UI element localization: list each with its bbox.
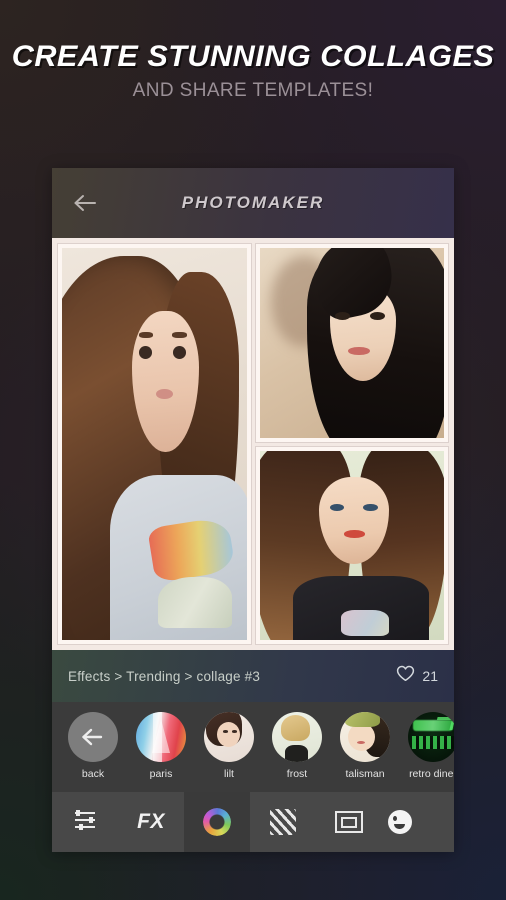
fx-label: FX xyxy=(137,810,165,833)
photo-2 xyxy=(259,248,444,438)
filter-item-retro-diner[interactable]: retro diner xyxy=(406,712,454,780)
screenshot-root: CREATE STUNNING COLLAGES AND SHARE TEMPL… xyxy=(0,0,506,900)
frame-border-icon xyxy=(335,811,363,833)
sticker-icon xyxy=(388,810,412,834)
filter-item-back[interactable]: back xyxy=(66,712,120,780)
promo-subline: AND SHARE TEMPLATES! xyxy=(132,80,374,101)
filter-item-lilt[interactable]: lilt xyxy=(202,712,256,780)
filter-item-paris[interactable]: paris xyxy=(134,712,188,780)
tool-sticker[interactable] xyxy=(382,792,454,852)
collage-cell-2[interactable] xyxy=(255,244,448,442)
tool-frame[interactable] xyxy=(316,792,382,852)
promo-headline: CREATE STUNNING COLLAGES xyxy=(11,40,495,73)
collage-column-right xyxy=(255,244,448,644)
filter-label: talisman xyxy=(345,768,385,780)
eiffel-tower-thumb xyxy=(136,712,186,762)
filter-label: frost xyxy=(286,768,308,780)
filter-label: lilt xyxy=(224,768,234,780)
neon-sign-thumb xyxy=(408,712,454,762)
tool-color[interactable] xyxy=(184,792,250,852)
portrait-thumb xyxy=(272,712,322,762)
filter-label: back xyxy=(81,768,105,780)
collage-canvas[interactable] xyxy=(52,238,454,650)
filter-item-talisman[interactable]: talisman xyxy=(338,712,392,780)
filter-label: retro diner xyxy=(409,768,454,780)
meta-bar: Effects > Trending > collage #3 21 xyxy=(52,650,454,702)
adjust-sliders-icon xyxy=(72,809,98,836)
photo-3 xyxy=(259,450,444,640)
filter-carousel[interactable]: back paris lilt frost talisman retro din… xyxy=(52,702,454,792)
app-panel: PHOTOMAKER Effects > Trending > collage … xyxy=(52,168,454,852)
texture-stripes-icon xyxy=(270,809,296,835)
portrait-thumb xyxy=(204,712,254,762)
collage-cell-3[interactable] xyxy=(255,446,448,644)
color-wheel-icon xyxy=(203,808,231,836)
filter-item-frost[interactable]: frost xyxy=(270,712,324,780)
heart-outline-icon xyxy=(396,665,415,687)
back-arrow-icon xyxy=(68,712,118,762)
tool-texture[interactable] xyxy=(250,792,316,852)
app-header: PHOTOMAKER xyxy=(52,168,454,238)
bottom-toolbar: FX xyxy=(52,792,454,852)
photo-1 xyxy=(62,248,247,640)
breadcrumb[interactable]: Effects > Trending > collage #3 xyxy=(68,669,396,684)
filter-label: paris xyxy=(149,768,173,780)
like-button[interactable]: 21 xyxy=(396,665,438,687)
collage-cell-1[interactable] xyxy=(58,244,251,644)
tool-fx[interactable]: FX xyxy=(118,792,184,852)
like-count: 21 xyxy=(422,668,438,684)
portrait-thumb xyxy=(340,712,390,762)
collage-column-left xyxy=(58,244,251,644)
app-title: PHOTOMAKER xyxy=(181,193,325,212)
tool-adjust[interactable] xyxy=(52,792,118,852)
